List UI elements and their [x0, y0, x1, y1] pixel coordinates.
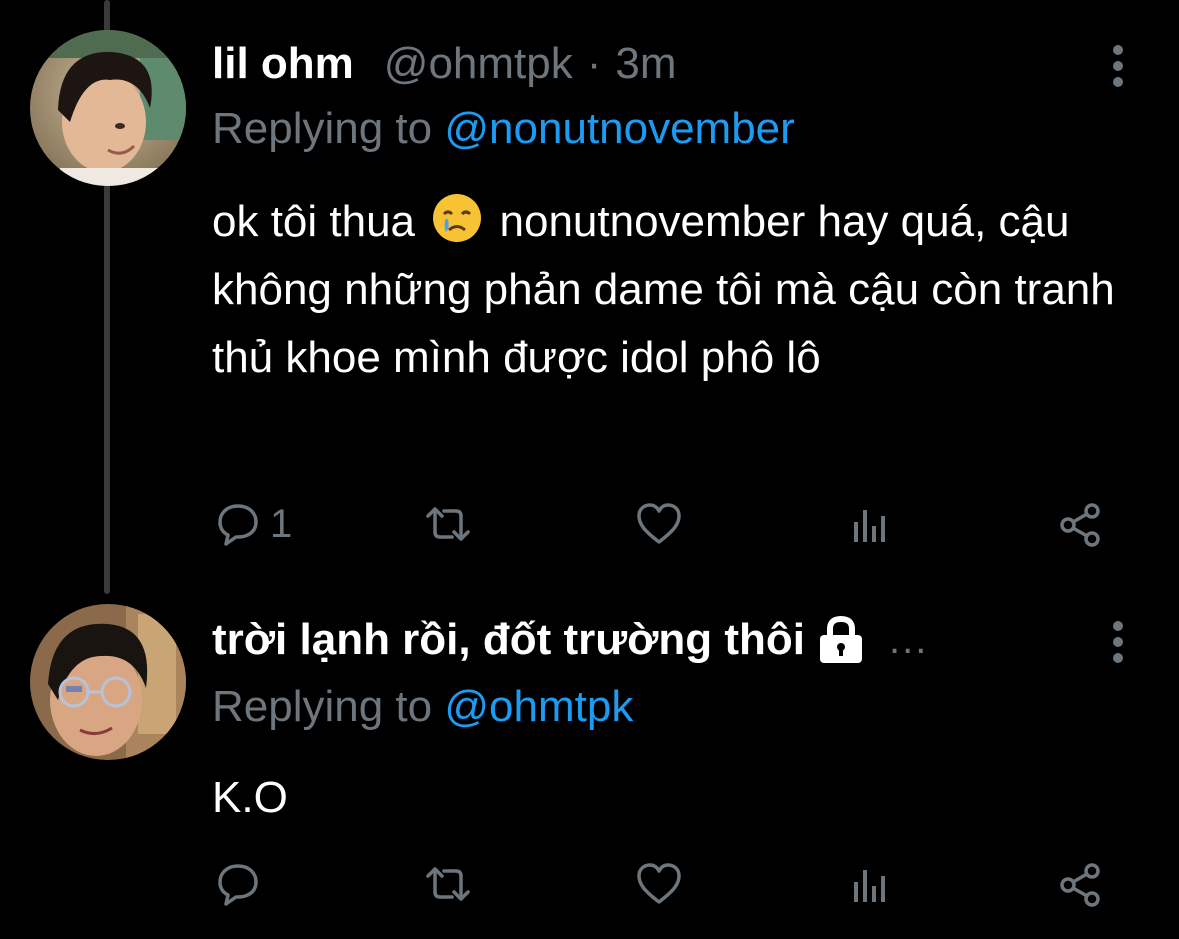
tweet-header: lil ohm @ohmtpk · 3m: [212, 34, 677, 94]
retweet-button[interactable]: [424, 854, 482, 914]
avatar[interactable]: [30, 604, 186, 760]
replying-prefix: Replying to: [212, 682, 433, 731]
more-vertical-icon[interactable]: [1111, 44, 1125, 88]
heart-icon: [637, 503, 681, 544]
share-button[interactable]: [1058, 494, 1104, 554]
more-vertical-icon[interactable]: [1111, 620, 1125, 664]
crying-face-icon: [433, 194, 482, 242]
display-name[interactable]: trời lạnh rồi, đốt trường thôi: [212, 615, 805, 665]
tweet-actions: 1: [212, 494, 1112, 554]
tweet-2[interactable]: trời lạnh rồi, đốt trường thôi ... Reply…: [0, 590, 1179, 939]
retweet-button[interactable]: [424, 494, 482, 554]
avatar[interactable]: [30, 30, 186, 186]
separator-dot: ·: [586, 39, 602, 88]
timestamp[interactable]: 3m: [615, 39, 676, 89]
reply-count: 1: [270, 501, 293, 546]
display-name[interactable]: lil ohm: [212, 39, 354, 89]
replying-to: Replying to @ohmtpk: [212, 682, 633, 732]
replying-prefix: Replying to: [212, 104, 433, 153]
reply-mention-link[interactable]: @ohmtpk: [444, 682, 633, 731]
analytics-button[interactable]: [850, 494, 890, 554]
tweet-text-part-1: ok tôi thua: [212, 197, 416, 246]
heart-icon: [637, 863, 681, 904]
analytics-icon: [854, 510, 885, 542]
share-icon: [1060, 863, 1100, 907]
like-button[interactable]: [636, 854, 692, 914]
retweet-icon: [426, 507, 470, 541]
reply-mention-link[interactable]: @nonutnovember: [444, 104, 794, 153]
retweet-icon: [426, 867, 470, 901]
tweet-actions: [212, 854, 1112, 914]
share-button[interactable]: [1058, 854, 1104, 914]
truncated-name-marker: ...: [889, 617, 929, 662]
reply-button[interactable]: 1: [216, 494, 292, 554]
reply-icon: [218, 864, 258, 906]
analytics-button[interactable]: [850, 854, 890, 914]
lock-icon: [820, 615, 863, 663]
share-icon: [1060, 503, 1100, 547]
reply-button[interactable]: [216, 854, 270, 914]
tweet-text: ok tôi thua nonutnovember hay quá, cậu k…: [212, 188, 1142, 392]
tweet-text-content: K.O: [212, 773, 288, 822]
analytics-icon: [854, 870, 885, 902]
like-button[interactable]: [636, 494, 692, 554]
reply-icon: [218, 504, 258, 546]
user-handle[interactable]: @ohmtpk: [384, 39, 573, 89]
tweet-text: K.O: [212, 764, 1142, 832]
tweet-1[interactable]: lil ohm @ohmtpk · 3m Replying to @nonutn…: [0, 0, 1179, 590]
replying-to: Replying to @nonutnovember: [212, 104, 795, 154]
tweet-header: trời lạnh rồi, đốt trường thôi ...: [212, 610, 928, 670]
